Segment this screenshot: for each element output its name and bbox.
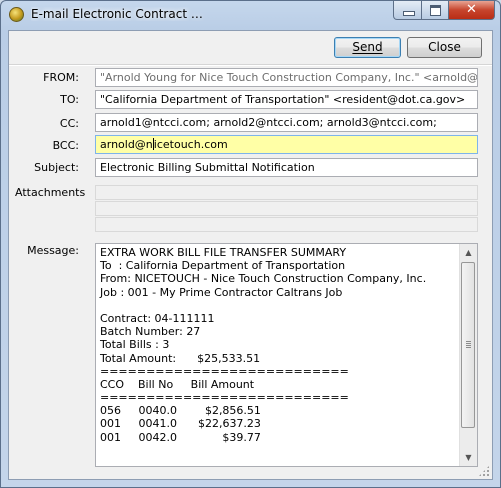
scrollbar-thumb[interactable] xyxy=(461,262,475,428)
message-line: 056 0040.0 $2,856.51 xyxy=(100,404,261,418)
subject-label: Subject: xyxy=(34,161,79,174)
close-icon: ✕ xyxy=(466,2,477,17)
subject-field[interactable]: Electronic Billing Submittal Notificatio… xyxy=(95,158,478,177)
window-title: E-mail Electronic Contract Data... xyxy=(31,7,209,21)
title-bar[interactable]: E-mail Electronic Contract Data... ✕ xyxy=(1,1,500,29)
to-field[interactable]: "California Department of Transportation… xyxy=(95,90,478,109)
dialog-body: Send Close FROM: "Arnold Young for Nice … xyxy=(8,30,493,480)
from-label: FROM: xyxy=(43,71,79,84)
bcc-text-after-caret: icetouch.com xyxy=(153,138,228,151)
message-line: Contract: 04-111111 xyxy=(100,311,215,325)
message-line: To : California Department of Transporta… xyxy=(100,259,346,273)
bcc-field[interactable]: arnold@nicetouch.com xyxy=(95,135,478,154)
message-line: 001 0042.0 $39.77 xyxy=(100,430,261,444)
message-body[interactable]: EXTRA WORK BILL FILE TRANSFER SUMMARY To … xyxy=(95,243,478,467)
message-line: 001 0041.0 $22,637.23 xyxy=(100,417,261,431)
send-button-label: Send xyxy=(352,40,383,54)
email-dialog-window: E-mail Electronic Contract Data... ✕ Sen… xyxy=(0,0,501,488)
bcc-text-before-caret: arnold@n xyxy=(100,138,153,151)
message-line: Job : 001 - My Prime Contractor Caltrans… xyxy=(100,285,343,299)
message-line xyxy=(100,299,460,312)
attachments-label: Attachments xyxy=(15,186,86,199)
app-icon xyxy=(9,7,24,22)
toolbar-divider xyxy=(9,64,492,66)
cc-label: CC: xyxy=(59,117,79,130)
message-line: =========================== xyxy=(100,391,349,405)
message-scrollbar[interactable]: ▲ ▼ xyxy=(459,244,477,466)
message-line: From: NICETOUCH - Nice Touch Constructio… xyxy=(100,272,427,286)
maximize-icon xyxy=(430,5,441,16)
message-text: EXTRA WORK BILL FILE TRANSFER SUMMARY To … xyxy=(100,246,460,444)
maximize-button[interactable] xyxy=(422,1,449,20)
bcc-label: BCC: xyxy=(52,139,79,152)
attachment-slot-2[interactable] xyxy=(95,201,478,216)
send-button[interactable]: Send xyxy=(334,37,401,58)
attachment-slot-1[interactable] xyxy=(95,185,478,200)
message-label: Message: xyxy=(27,244,79,257)
to-label: TO: xyxy=(60,93,79,106)
close-button[interactable]: Close xyxy=(407,37,482,58)
from-field[interactable]: "Arnold Young for Nice Touch Constructio… xyxy=(95,68,478,87)
message-line: Total Amount: $25,533.51 xyxy=(100,351,261,365)
message-line: Total Bills : 3 xyxy=(100,338,170,352)
scroll-up-arrow-icon[interactable]: ▲ xyxy=(460,244,477,261)
message-line: =========================== xyxy=(100,364,349,378)
message-line: Batch Number: 27 xyxy=(100,325,201,339)
scrollbar-grip xyxy=(466,341,471,349)
resize-grip-icon[interactable] xyxy=(478,465,490,477)
cc-field[interactable]: arnold1@ntcci.com; arnold2@ntcci.com; ar… xyxy=(95,113,478,132)
minimize-button[interactable] xyxy=(393,1,422,20)
message-line: CCO Bill No Bill Amount xyxy=(100,377,255,391)
attachment-slot-3[interactable] xyxy=(95,217,478,232)
message-line: EXTRA WORK BILL FILE TRANSFER SUMMARY xyxy=(100,246,347,259)
close-window-button[interactable]: ✕ xyxy=(449,1,495,20)
scroll-down-arrow-icon[interactable]: ▼ xyxy=(460,449,477,466)
minimize-icon xyxy=(403,11,415,16)
